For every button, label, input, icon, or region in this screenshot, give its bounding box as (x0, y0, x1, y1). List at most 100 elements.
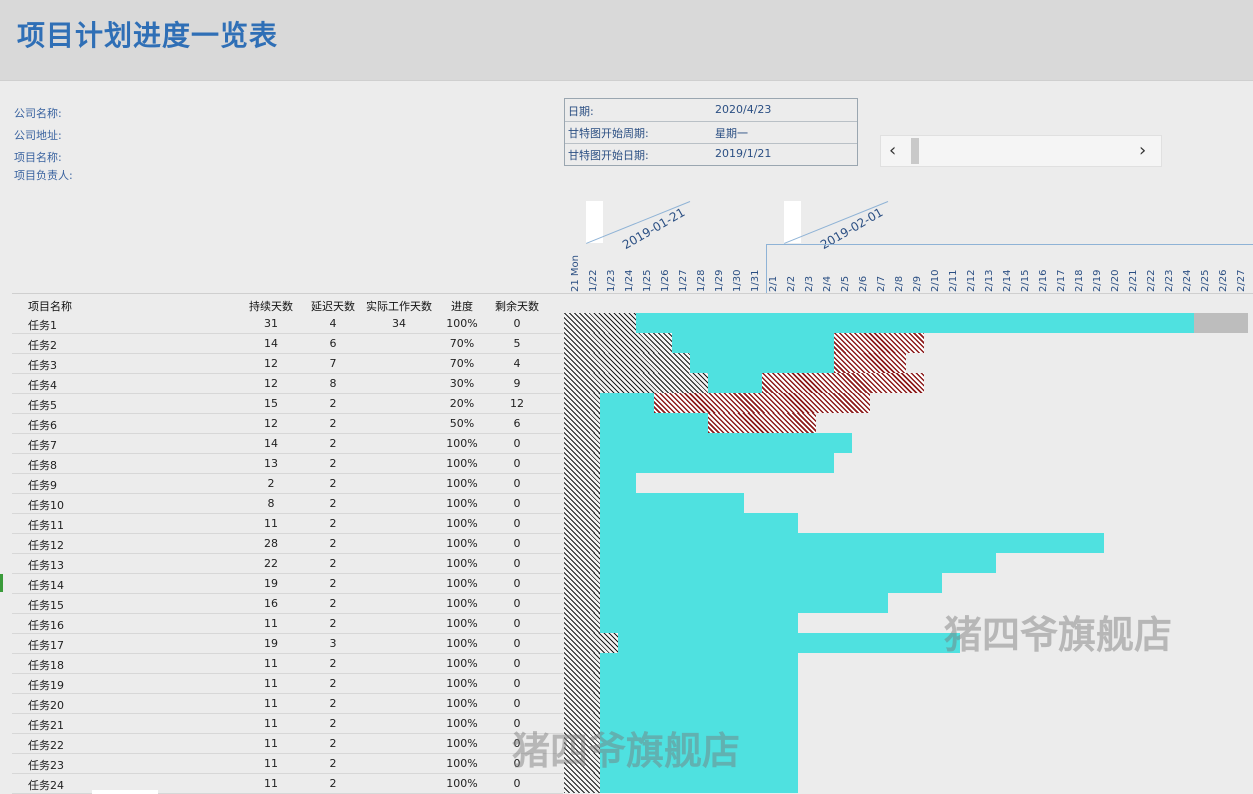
table-row[interactable]: 任务21 11 2 100% 0 (12, 713, 563, 734)
table-row[interactable]: 任务17 19 3 100% 0 (12, 633, 563, 654)
cell-duration[interactable]: 22 (246, 557, 296, 570)
cell-remaining[interactable]: 0 (492, 657, 542, 670)
cell-remaining[interactable]: 6 (492, 417, 542, 430)
cell-progress[interactable]: 100% (442, 597, 482, 610)
date-value[interactable]: 2020/4/23 (715, 103, 771, 116)
cell-delay[interactable]: 8 (308, 377, 358, 390)
cell-duration[interactable]: 15 (246, 397, 296, 410)
cell-remaining[interactable]: 5 (492, 337, 542, 350)
table-row[interactable]: 任务15 16 2 100% 0 (12, 593, 563, 614)
cell-remaining[interactable]: 0 (492, 537, 542, 550)
cell-delay[interactable]: 2 (308, 537, 358, 550)
cell-name[interactable]: 任务18 (28, 657, 64, 673)
cell-delay[interactable]: 2 (308, 517, 358, 530)
cell-delay[interactable]: 2 (308, 657, 358, 670)
table-row[interactable]: 任务22 11 2 100% 0 (12, 733, 563, 754)
cell-delay[interactable]: 4 (308, 317, 358, 330)
cell-name[interactable]: 任务21 (28, 717, 64, 733)
cell-name[interactable]: 任务3 (28, 357, 57, 373)
cell-name[interactable]: 任务11 (28, 517, 64, 533)
cell-name[interactable]: 任务7 (28, 437, 57, 453)
sheet-tab[interactable] (92, 790, 158, 794)
cell-remaining[interactable]: 0 (492, 437, 542, 450)
cell-progress[interactable]: 100% (442, 697, 482, 710)
chevron-right-icon[interactable]: › (1139, 140, 1146, 161)
cell-progress[interactable]: 100% (442, 757, 482, 770)
cell-remaining[interactable]: 0 (492, 497, 542, 510)
cell-delay[interactable]: 2 (308, 757, 358, 770)
cell-remaining[interactable]: 9 (492, 377, 542, 390)
cell-progress[interactable]: 100% (442, 457, 482, 470)
cell-name[interactable]: 任务19 (28, 677, 64, 693)
cell-remaining[interactable]: 4 (492, 357, 542, 370)
cell-duration[interactable]: 12 (246, 377, 296, 390)
cell-progress[interactable]: 100% (442, 557, 482, 570)
cell-progress[interactable]: 100% (442, 737, 482, 750)
cell-delay[interactable]: 2 (308, 577, 358, 590)
cell-duration[interactable]: 19 (246, 577, 296, 590)
cell-delay[interactable]: 7 (308, 357, 358, 370)
cell-progress[interactable]: 100% (442, 677, 482, 690)
cell-progress[interactable]: 100% (442, 717, 482, 730)
cell-delay[interactable]: 2 (308, 717, 358, 730)
cell-duration[interactable]: 11 (246, 697, 296, 710)
table-row[interactable]: 任务6 12 2 50% 6 (12, 413, 563, 434)
chevron-left-icon[interactable]: ‹ (889, 140, 896, 161)
cell-duration[interactable]: 8 (246, 497, 296, 510)
cell-progress[interactable]: 20% (442, 397, 482, 410)
cell-duration[interactable]: 31 (246, 317, 296, 330)
cell-duration[interactable]: 28 (246, 537, 296, 550)
cell-name[interactable]: 任务2 (28, 337, 57, 353)
cell-progress[interactable]: 100% (442, 477, 482, 490)
cell-duration[interactable]: 14 (246, 337, 296, 350)
cell-delay[interactable]: 2 (308, 477, 358, 490)
table-row[interactable]: 任务12 28 2 100% 0 (12, 533, 563, 554)
table-row[interactable]: 任务19 11 2 100% 0 (12, 673, 563, 694)
cell-delay[interactable]: 2 (308, 437, 358, 450)
cell-remaining[interactable]: 0 (492, 617, 542, 630)
cell-delay[interactable]: 3 (308, 637, 358, 650)
cell-delay[interactable]: 2 (308, 557, 358, 570)
cell-duration[interactable]: 19 (246, 637, 296, 650)
cell-name[interactable]: 任务5 (28, 397, 57, 413)
cell-delay[interactable]: 2 (308, 497, 358, 510)
table-row[interactable]: 任务14 19 2 100% 0 (12, 573, 563, 594)
cell-delay[interactable]: 2 (308, 777, 358, 790)
table-row[interactable]: 任务7 14 2 100% 0 (12, 433, 563, 454)
cell-name[interactable]: 任务12 (28, 537, 64, 553)
cell-name[interactable]: 任务8 (28, 457, 57, 473)
scroll-thumb[interactable] (911, 138, 919, 164)
cell-delay[interactable]: 2 (308, 417, 358, 430)
cell-remaining[interactable]: 0 (492, 637, 542, 650)
cell-duration[interactable]: 11 (246, 757, 296, 770)
cell-progress[interactable]: 100% (442, 777, 482, 790)
cell-progress[interactable]: 100% (442, 537, 482, 550)
cell-progress[interactable]: 100% (442, 437, 482, 450)
cell-duration[interactable]: 11 (246, 677, 296, 690)
table-row[interactable]: 任务5 15 2 20% 12 (12, 393, 563, 414)
cell-progress[interactable]: 100% (442, 617, 482, 630)
cell-duration[interactable]: 14 (246, 437, 296, 450)
cell-remaining[interactable]: 0 (492, 517, 542, 530)
table-row[interactable]: 任务13 22 2 100% 0 (12, 553, 563, 574)
table-row[interactable]: 任务2 14 6 70% 5 (12, 333, 563, 354)
table-row[interactable]: 任务9 2 2 100% 0 (12, 473, 563, 494)
cell-progress[interactable]: 100% (442, 497, 482, 510)
cell-progress[interactable]: 100% (442, 517, 482, 530)
gantt-scrollbar[interactable]: ‹ › (880, 135, 1162, 167)
table-row[interactable]: 任务3 12 7 70% 4 (12, 353, 563, 374)
cell-duration[interactable]: 11 (246, 717, 296, 730)
start-week-value[interactable]: 星期一 (715, 125, 748, 141)
cell-name[interactable]: 任务13 (28, 557, 64, 573)
cell-name[interactable]: 任务10 (28, 497, 64, 513)
cell-duration[interactable]: 12 (246, 357, 296, 370)
table-row[interactable]: 任务11 11 2 100% 0 (12, 513, 563, 534)
cell-remaining[interactable]: 12 (492, 397, 542, 410)
table-row[interactable]: 任务8 13 2 100% 0 (12, 453, 563, 474)
cell-actual[interactable]: 34 (363, 317, 435, 330)
cell-duration[interactable]: 16 (246, 597, 296, 610)
cell-name[interactable]: 任务22 (28, 737, 64, 753)
cell-name[interactable]: 任务24 (28, 777, 64, 793)
cell-name[interactable]: 任务16 (28, 617, 64, 633)
cell-delay[interactable]: 2 (308, 597, 358, 610)
